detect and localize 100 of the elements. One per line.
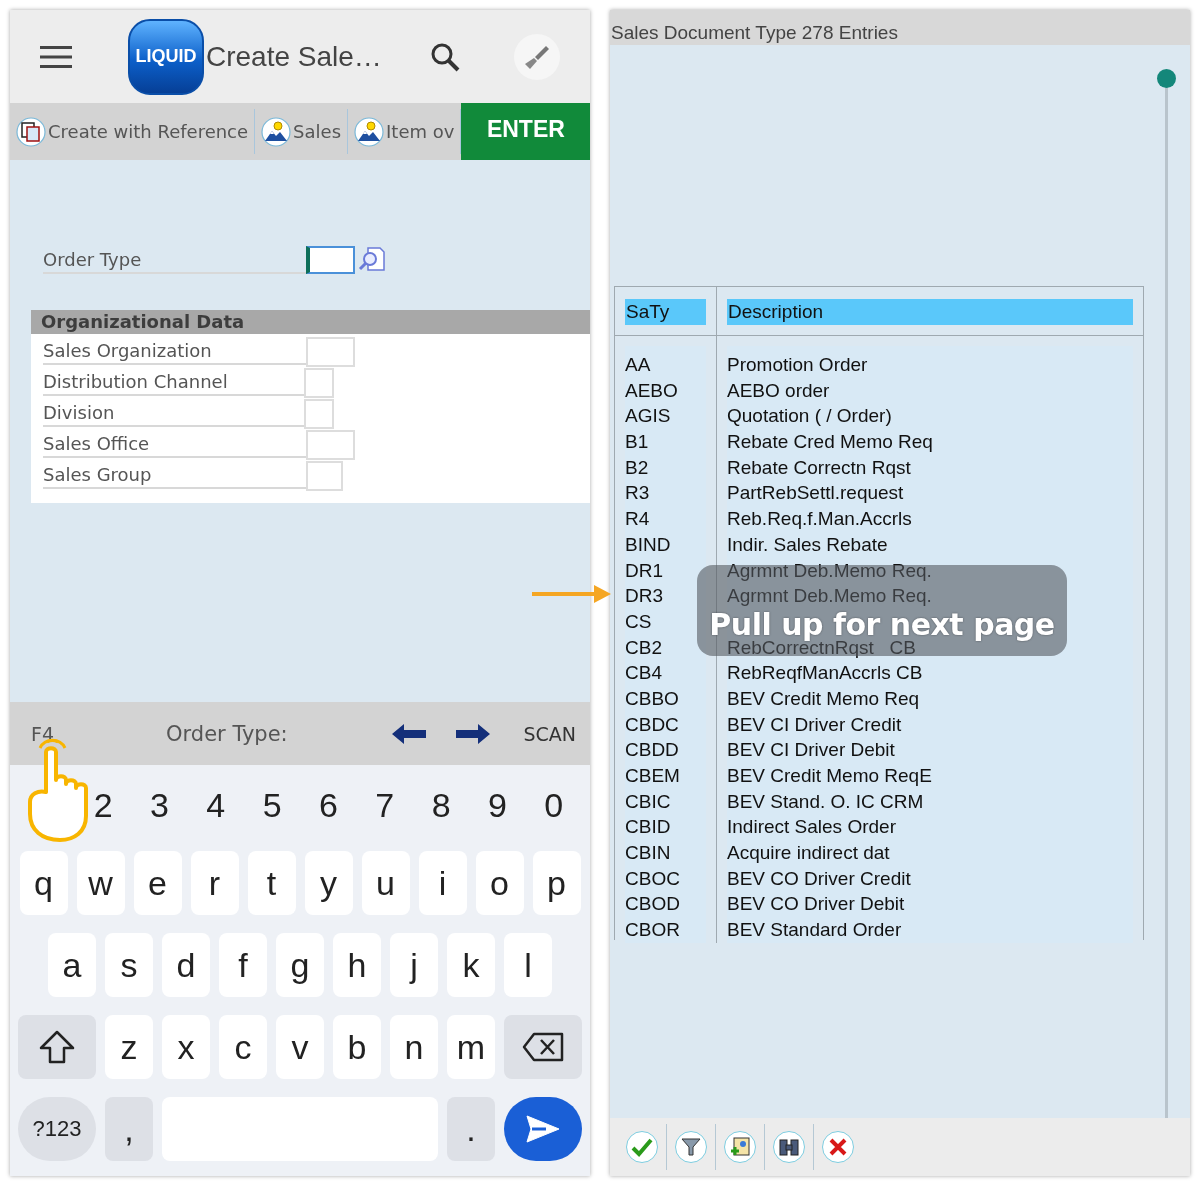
table-cell[interactable]: CS [625,608,706,635]
keyboard-key[interactable]: , [105,1097,153,1161]
keyboard-key[interactable]: 9 [482,773,513,837]
input-field[interactable] [306,461,343,491]
menu-icon[interactable] [40,44,72,69]
keyboard-key[interactable]: 5 [257,773,288,837]
right-arrow-icon[interactable] [455,723,490,744]
table-cell[interactable]: Reb.Req.f.Man.Accrls [727,506,1133,532]
table-cell[interactable]: CBID [625,814,706,841]
keyboard-key[interactable]: n [390,1015,438,1079]
input-field[interactable] [306,430,355,460]
input-field[interactable] [304,368,334,398]
table-cell[interactable]: Acquire indirect dat [727,840,1133,866]
keyboard-key[interactable]: q [19,851,68,915]
keyboard-key[interactable]: x [162,1015,210,1079]
table-cell[interactable]: BEV Stand. O. IC CRM [727,788,1133,815]
table-cell[interactable]: Agrmnt Deb.Memo Req. [727,583,1133,609]
keyboard-key[interactable]: t [247,851,296,915]
table-cell[interactable]: CBIC [625,788,706,815]
shift-key[interactable] [18,1015,96,1079]
keyboard-key[interactable]: 3 [144,773,175,837]
table-cell[interactable]: BEV CI Driver Credit [727,711,1133,738]
keyboard-key[interactable]: p [532,851,581,915]
table-cell[interactable]: B1 [625,429,706,455]
table-cell[interactable]: CB4 [625,660,706,686]
toolbar-button[interactable] [773,1131,805,1163]
table-cell[interactable]: CBOR [625,917,706,943]
toolbar-button[interactable]: Create with Reference [10,109,256,154]
backspace-key[interactable] [504,1015,582,1079]
table-cell[interactable]: RebReqfManAccrls CB [727,660,1133,686]
keyboard-key[interactable]: l [504,933,552,997]
send-key[interactable] [504,1097,582,1161]
toolbar-button[interactable] [675,1131,707,1163]
keyboard-key[interactable]: 2 [88,773,119,837]
table-cell[interactable]: BEV Credit Memo Req [727,685,1133,712]
keyboard-key[interactable]: a [48,933,96,997]
keyboard-key[interactable]: w [76,851,125,915]
table-cell[interactable]: BEV CI Driver Debit [727,737,1133,763]
function-key[interactable]: F4 [31,722,55,745]
table-cell[interactable]: BEV Credit Memo ReqE [727,763,1133,789]
table-cell[interactable]: DR3 [625,583,706,609]
keyboard-key[interactable]: r [190,851,239,915]
keyboard-key[interactable]: f [219,933,267,997]
keyboard-key[interactable]: 6 [313,773,344,837]
symbols-key[interactable]: ?123 [18,1097,96,1161]
keyboard-key[interactable]: k [447,933,495,997]
input-field[interactable] [304,399,334,429]
keyboard-key[interactable]: e [133,851,182,915]
table-cell[interactable]: CBDD [625,737,706,763]
table-cell[interactable]: BEV CO Driver Debit [727,891,1133,918]
table-cell[interactable]: Rebate Correctn Rqst [727,454,1133,481]
value-help-icon[interactable] [358,246,386,272]
enter-button[interactable]: ENTER [461,103,590,160]
keyboard-key[interactable]: o [475,851,524,915]
keyboard-key[interactable]: c [219,1015,267,1079]
table-cell[interactable]: Quotation ( / Order) [727,403,1133,430]
table-cell[interactable]: PartRebSettl.request [727,480,1133,507]
toolbar-button[interactable]: Sales [255,109,348,154]
keyboard-key[interactable]: z [105,1015,153,1079]
table-cell[interactable]: AGIS [625,403,706,430]
keyboard-key[interactable]: g [276,933,324,997]
scroll-handle[interactable] [1157,69,1176,88]
table-cell[interactable]: Indirect Sales Order [727,814,1133,841]
table-cell[interactable]: B2 [625,454,706,481]
search-icon[interactable] [429,41,460,72]
table-cell[interactable]: Rebate Cred Memo Req [727,429,1133,455]
scan-button[interactable]: SCAN [523,722,576,745]
table-cell[interactable]: CBBO [625,685,706,712]
table-cell[interactable]: CBEM [625,763,706,789]
toolbar-button[interactable]: Item ov [348,109,462,154]
table-cell[interactable]: Promotion Order [727,352,1133,378]
table-cell[interactable]: BEV Standard Order [727,917,1133,943]
keyboard-key[interactable]: 7 [369,773,400,837]
order-type-field[interactable] [306,246,355,274]
table-cell[interactable]: AA [625,352,706,378]
keyboard-key[interactable]: 4 [200,773,231,837]
table-cell[interactable]: AEBO [625,377,706,404]
table-cell[interactable]: AEBO order [727,377,1133,404]
keyboard-key[interactable]: v [276,1015,324,1079]
keyboard-key[interactable]: m [447,1015,495,1079]
table-cell[interactable]: BEV CO Driver Credit [727,865,1133,892]
table-cell[interactable]: CBOC [625,865,706,892]
keyboard-key[interactable]: s [105,933,153,997]
keyboard-key[interactable]: y [304,851,353,915]
keyboard-key[interactable]: 0 [538,773,569,837]
toolbar-button[interactable] [822,1131,854,1163]
table-cell[interactable]: Agrmnt Deb.Memo Req. [727,557,1133,584]
keyboard-key[interactable]: 8 [425,773,457,837]
keyboard-key[interactable]: j [390,933,438,997]
table-cell[interactable]: CB2 [625,634,706,661]
table-cell[interactable]: Indir. Sales Rebate [727,531,1133,558]
table-cell[interactable]: CBDC [625,711,706,738]
table-cell[interactable]: R3 [625,480,706,507]
column-header[interactable]: SaTy [625,299,706,325]
keyboard-key[interactable]: . [447,1097,495,1161]
column-header[interactable]: Description [727,299,1133,325]
keyboard-key[interactable]: b [333,1015,381,1079]
left-arrow-icon[interactable] [391,723,426,744]
table-cell[interactable]: CBOD [625,891,706,918]
table-cell[interactable]: BIND [625,531,706,558]
